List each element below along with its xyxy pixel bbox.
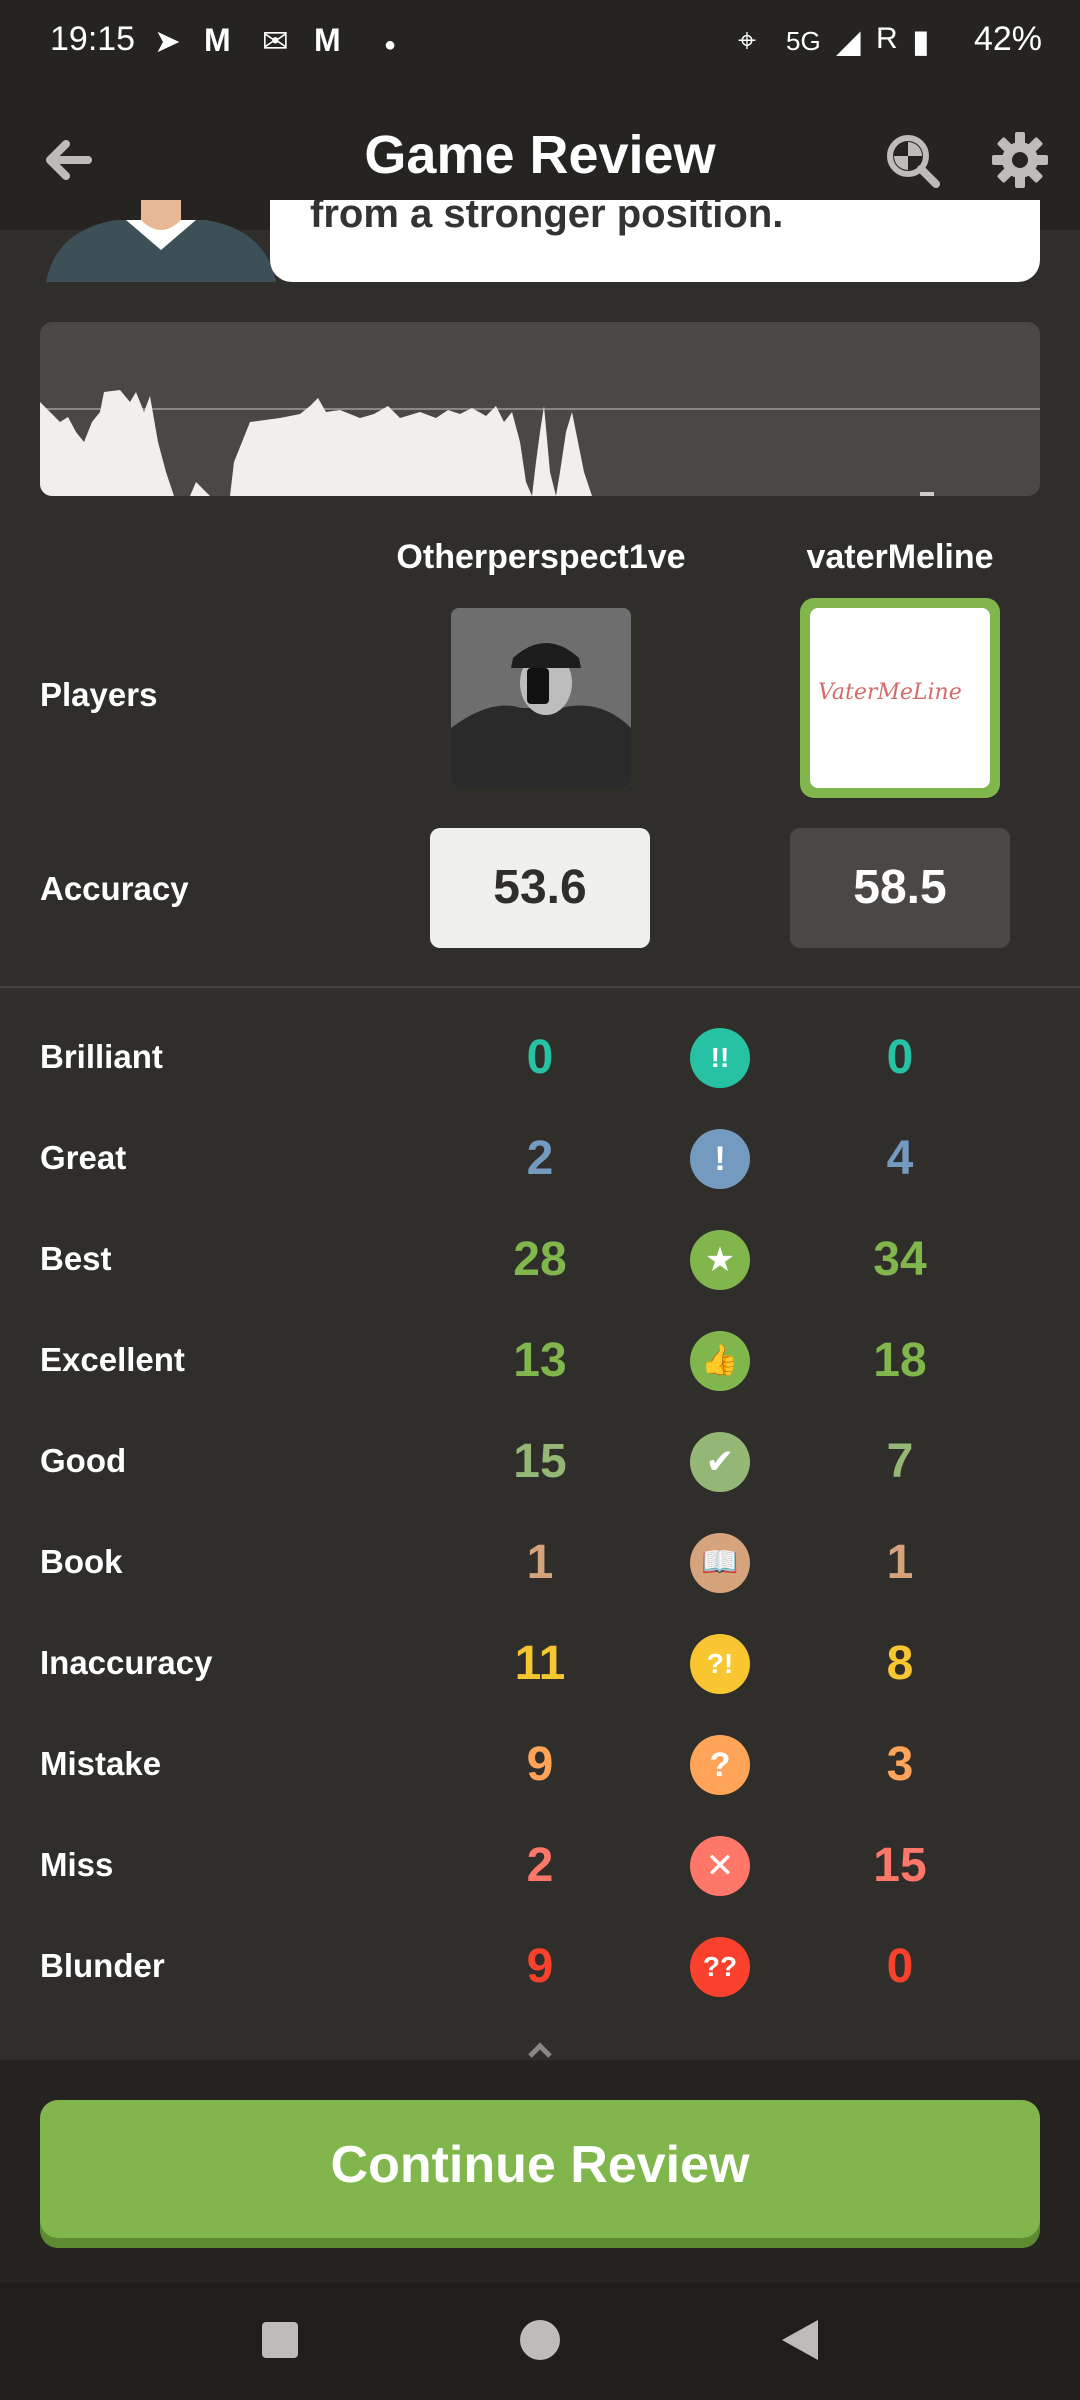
accuracy-label: Accuracy xyxy=(40,870,189,907)
stat-white-brilliant: 0 xyxy=(526,1031,554,1084)
network-label: 5G xyxy=(786,26,821,56)
settings-button[interactable] xyxy=(988,128,1052,192)
star-icon: ★ xyxy=(690,1230,750,1290)
home-button[interactable] xyxy=(520,2320,560,2360)
stat-label-blunder: Blunder xyxy=(40,1947,165,1984)
white-player-avatar[interactable] xyxy=(451,608,631,788)
stat-black-brilliant: 0 xyxy=(886,1031,914,1084)
coach-avatar xyxy=(46,200,276,282)
evaluation-graph[interactable] xyxy=(40,322,1040,496)
stat-label-good: Good xyxy=(40,1442,127,1479)
blunder-icon: ?? xyxy=(690,1937,750,1997)
brilliant-icon: !! xyxy=(690,1028,750,1088)
white-accuracy: 53.6 xyxy=(430,828,650,948)
battery-percent: 42% xyxy=(973,20,1042,58)
stat-white-best: 28 xyxy=(513,1233,567,1286)
great-icon: ! xyxy=(690,1129,750,1189)
black-accuracy: 58.5 xyxy=(790,828,1010,948)
continue-review-button[interactable]: Continue Review xyxy=(40,2100,1040,2238)
back-nav-button[interactable] xyxy=(780,2318,820,2367)
inaccuracy-icon: ?! xyxy=(690,1634,750,1694)
stat-black-blunder: 0 xyxy=(886,1940,914,1993)
check-icon: ✔ xyxy=(690,1432,750,1492)
location-icon: ⌖ xyxy=(738,22,757,58)
question-icon: ? xyxy=(690,1735,750,1795)
status-bar: 19:15 ➤ M ✉ M ● ⌖ 5G ◢ R ▮ 42% xyxy=(0,0,1080,88)
magnifier-icon xyxy=(887,135,940,188)
stat-black-good: 7 xyxy=(886,1435,914,1488)
black-player-avatar[interactable]: VaterMeLine xyxy=(800,598,1000,798)
avatar-signature: VaterMeLine xyxy=(818,680,962,705)
book-icon: 📖 xyxy=(690,1533,750,1593)
stat-white-inaccuracy: 11 xyxy=(514,1637,566,1690)
dot-icon: ● xyxy=(384,34,397,56)
system-nav-bar xyxy=(0,2282,1080,2400)
x-icon: ✕ xyxy=(690,1836,750,1896)
stat-label-miss: Miss xyxy=(40,1846,114,1883)
coach-message: from a stronger position. xyxy=(310,200,784,236)
battery-icon: ▮ xyxy=(912,23,930,59)
stat-white-good: 15 xyxy=(513,1435,567,1488)
roaming-label: R xyxy=(876,22,898,55)
gmail-icon: M xyxy=(204,22,231,58)
stat-label-inaccuracy: Inaccuracy xyxy=(40,1644,213,1681)
stat-label-brilliant: Brilliant xyxy=(40,1038,163,1075)
navigation-icon: ➤ xyxy=(154,23,181,59)
stat-white-excellent: 13 xyxy=(513,1334,567,1387)
stat-black-great: 4 xyxy=(886,1132,914,1185)
divider xyxy=(0,986,1080,988)
recent-apps-button[interactable] xyxy=(262,2322,298,2358)
stat-white-great: 2 xyxy=(526,1132,554,1185)
stat-white-mistake: 9 xyxy=(526,1738,554,1791)
gear-icon xyxy=(992,132,1048,188)
triangle-back-icon xyxy=(782,2320,818,2360)
stat-black-book: 1 xyxy=(886,1536,914,1589)
analysis-search-button[interactable] xyxy=(880,128,944,192)
black-player-name: vaterMeline xyxy=(806,538,994,576)
stat-black-best: 34 xyxy=(873,1233,927,1286)
players-label: Players xyxy=(40,676,158,713)
chevron-up-icon[interactable] xyxy=(524,2040,556,2065)
stat-black-excellent: 18 xyxy=(873,1334,927,1387)
mail-icon: ✉ xyxy=(262,23,289,59)
stat-label-excellent: Excellent xyxy=(40,1341,185,1378)
stat-label-great: Great xyxy=(40,1139,127,1176)
stat-label-book: Book xyxy=(40,1543,123,1580)
gmail-icon: M xyxy=(314,22,341,58)
stat-white-blunder: 9 xyxy=(526,1940,554,1993)
stat-white-book: 1 xyxy=(526,1536,554,1589)
stat-label-mistake: Mistake xyxy=(40,1745,162,1782)
stat-black-inaccuracy: 8 xyxy=(886,1637,914,1690)
thumbs-up-icon: 👍 xyxy=(690,1331,750,1391)
signal-icon: ◢ xyxy=(836,23,861,59)
white-player-name: Otherperspect1ve xyxy=(396,538,686,576)
stat-label-best: Best xyxy=(40,1240,112,1277)
stat-white-miss: 2 xyxy=(526,1839,554,1892)
stat-black-mistake: 3 xyxy=(886,1738,914,1791)
coach-speech-bubble: from a stronger position. xyxy=(270,200,1040,282)
stat-black-miss: 15 xyxy=(873,1839,927,1892)
status-time: 19:15 xyxy=(50,20,136,58)
